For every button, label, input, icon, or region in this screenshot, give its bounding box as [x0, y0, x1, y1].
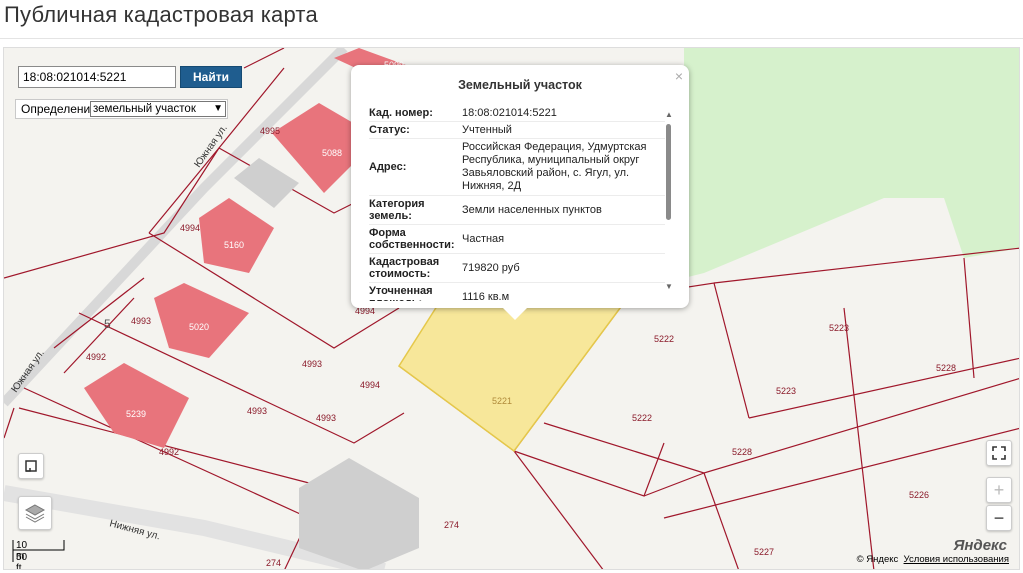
popup-scrollbar[interactable]: ▲ ▼	[665, 110, 673, 310]
definition-panel: Определение: земельный участок ▼	[15, 99, 228, 119]
parcel-label: 4993	[302, 359, 322, 369]
zoom-out-button[interactable]: −	[986, 505, 1012, 531]
info-row-status: Статус: Учтенный	[369, 122, 665, 139]
parcel-label: 5223	[776, 386, 796, 396]
info-row-cadastral-value: Кадастровая стоимость: 719820 руб	[369, 254, 665, 283]
parcel-info-popup: × Земельный участок Кад. номер: 18:08:02…	[351, 65, 689, 320]
ruler-icon	[25, 460, 37, 472]
parcel-label: 5222	[654, 334, 674, 344]
info-value: Частная	[462, 233, 505, 245]
fullscreen-button[interactable]	[986, 440, 1012, 466]
block-number: 5	[104, 317, 111, 331]
popup-body[interactable]: Кад. номер: 18:08:021014:5221 Статус: Уч…	[369, 105, 665, 301]
scroll-thumb[interactable]	[666, 124, 671, 220]
parcel-label: 5160	[224, 240, 244, 250]
ruler-button[interactable]	[18, 453, 44, 479]
search-input[interactable]: 18:08:021014:5221	[18, 66, 176, 88]
info-row-land-category: Категория земель: Земли населенных пункт…	[369, 196, 665, 225]
info-row-area: Уточненная площадь: 1116 кв.м	[369, 283, 665, 301]
parcel-label: 5222	[632, 413, 652, 423]
info-row-ownership: Форма собственности: Частная	[369, 225, 665, 254]
info-value: 719820 руб	[462, 262, 520, 274]
parcel-label: 5227	[754, 547, 774, 557]
chevron-down-icon: ▼	[213, 103, 223, 114]
map-viewport[interactable]: 4995 5088 4994 5160 4993 5020 4992 5239 …	[3, 47, 1020, 570]
scroll-down-icon[interactable]: ▼	[665, 282, 673, 291]
definition-selected: земельный участок	[93, 103, 196, 115]
street-label: Южная ул.	[9, 348, 46, 395]
parcel-label: 5020	[189, 322, 209, 332]
street-label: Нижняя ул.	[108, 518, 161, 542]
parcel-label: 5239	[126, 409, 146, 419]
parcel-label: 5228	[732, 447, 752, 457]
scroll-up-icon[interactable]: ▲	[665, 110, 673, 119]
copyright-text: © Яндекс	[856, 554, 899, 565]
popup-title: Земельный участок	[458, 78, 582, 92]
parcel-label: 4994	[180, 223, 200, 233]
popup-tail	[503, 308, 527, 320]
parcel-label: 4994	[360, 380, 380, 390]
info-row-cadastral-number: Кад. номер: 18:08:021014:5221	[369, 105, 665, 122]
info-value: Земли населенных пунктов	[462, 204, 602, 216]
terms-link[interactable]: Условия использования	[904, 554, 1009, 565]
search-button[interactable]: Найти	[180, 66, 242, 88]
parcel-label: 5226	[909, 490, 929, 500]
parcel-label: 5223	[829, 323, 849, 333]
scale-imperial: 50 ft	[16, 552, 28, 570]
parcel-label: 4993	[131, 316, 151, 326]
layers-icon	[24, 504, 46, 523]
info-label: Уточненная площадь:	[369, 285, 433, 301]
definition-select[interactable]: земельный участок ▼	[90, 101, 226, 117]
info-label: Адрес:	[369, 161, 407, 173]
zoom-in-button[interactable]: +	[986, 477, 1012, 503]
page-title: Публичная кадастровая карта	[4, 2, 318, 27]
parcel-label-selected: 5221	[492, 396, 512, 406]
parcel-label: 5088	[322, 148, 342, 158]
info-value: 1116 кв.м	[462, 291, 510, 301]
parcel-label: 4992	[159, 447, 179, 457]
search-input-value: 18:08:021014:5221	[23, 70, 127, 84]
info-label: Категория земель:	[369, 198, 425, 222]
info-label: Статус:	[369, 124, 410, 136]
parcel-label: 274	[266, 558, 281, 568]
parcel-label: 4993	[247, 406, 267, 416]
title-divider	[0, 38, 1023, 39]
info-label: Кадастровая стоимость:	[369, 256, 440, 280]
layers-button[interactable]	[18, 496, 52, 530]
definition-label: Определение:	[21, 102, 101, 116]
info-row-address: Адрес: Российская Федерация, Удмуртская …	[369, 139, 665, 196]
info-label: Форма собственности:	[369, 227, 455, 251]
parcel-label: 4992	[86, 352, 106, 362]
parcel-label: 4995	[260, 126, 280, 136]
info-label: Кад. номер:	[369, 107, 433, 119]
parcel-label: 4993	[316, 413, 336, 423]
info-value: Российская Федерация, Удмуртская Республ…	[462, 141, 647, 192]
parcel-label: 5228	[936, 363, 956, 373]
yandex-logo: Яндекс	[953, 537, 1007, 554]
fullscreen-icon	[992, 446, 1006, 460]
info-value: 18:08:021014:5221	[462, 107, 557, 119]
street-label: Южная ул.	[192, 123, 229, 170]
map-attribution: © Яндекс Условия использования	[857, 554, 1009, 565]
parcel-label: 274	[444, 520, 459, 530]
info-value: Учтенный	[462, 124, 512, 136]
